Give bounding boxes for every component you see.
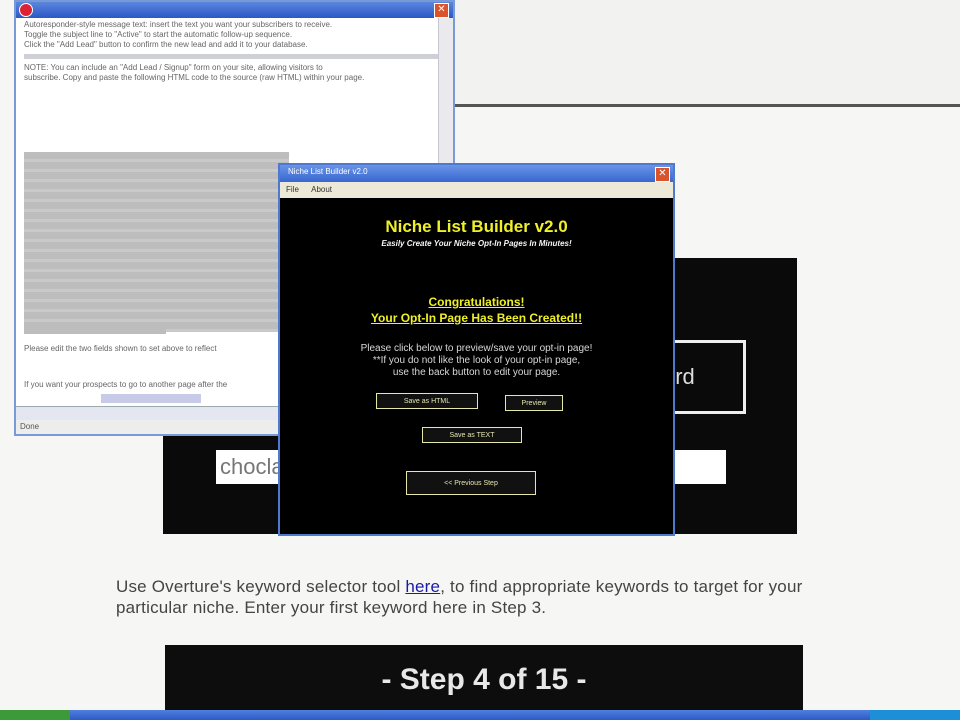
email-line: Toggle the subject line to "Active" to s… (24, 30, 293, 39)
email-line: subscribe. Copy and paste the following … (24, 73, 365, 82)
page-created-message: Your Opt-In Page Has Been Created!! (370, 311, 583, 325)
email-line: Click the "Add Lead" button to confirm t… (24, 40, 308, 49)
instruction-line: Please click below to preview/save your … (360, 343, 593, 354)
save-as-html-button[interactable]: Save as HTML (376, 393, 478, 409)
instruction-text-start: Use Overture's keyword selector tool (116, 577, 406, 596)
system-tray (870, 710, 960, 720)
windows-taskbar (0, 710, 960, 720)
step-indicator: - Step 4 of 15 - (381, 663, 587, 696)
html-code-block (24, 152, 289, 332)
email-message-body: Autoresponder-style message text: insert… (24, 20, 444, 83)
step-banner: - Step 4 of 15 - (165, 645, 803, 720)
html-code-block-end (24, 324, 166, 334)
email-line: Autoresponder-style message text: insert… (24, 20, 333, 29)
save-as-text-button[interactable]: Save as TEXT (422, 427, 522, 443)
browser-app-icon (19, 3, 33, 17)
inline-link[interactable] (101, 394, 201, 403)
nlb-window-title: Niche List Builder v2.0 (288, 167, 368, 176)
app-tagline: Easily Create Your Niche Opt-In Pages In… (381, 239, 572, 248)
preview-button[interactable]: Preview (505, 395, 563, 411)
start-button[interactable] (0, 710, 70, 720)
instruction-paragraph: Use Overture's keyword selector tool her… (116, 576, 876, 618)
instruction-line: **If you do not like the look of your op… (372, 355, 581, 366)
previous-step-button[interactable]: << Previous Step (406, 471, 536, 495)
instruction-line: use the back button to edit your page. (392, 367, 561, 378)
text-line-placeholder (24, 54, 444, 59)
email-line: NOTE: You can include an "Add Lead / Sig… (24, 63, 323, 72)
congrats-message: Congratulations! (428, 295, 525, 309)
close-icon[interactable]: ✕ (655, 167, 670, 182)
email-redirect-paragraph: If you want your prospects to go to anot… (24, 380, 228, 389)
menu-file[interactable]: File (286, 185, 299, 194)
nlb-menubar: File About (280, 182, 673, 198)
menu-about[interactable]: About (311, 185, 332, 194)
close-icon[interactable]: ✕ (434, 3, 449, 18)
app-heading: Niche List Builder v2.0 (385, 217, 568, 236)
email-window-titlebar[interactable]: ✕ (16, 2, 453, 18)
page-header-area (455, 0, 960, 107)
niche-list-builder-window[interactable]: Niche List Builder v2.0 ✕ File About Nic… (278, 163, 675, 536)
keyword-label-box: ord (672, 340, 746, 414)
nlb-titlebar[interactable]: Niche List Builder v2.0 ✕ (280, 165, 673, 182)
overture-here-link[interactable]: here (405, 577, 440, 596)
email-note-paragraph: Please edit the two fields shown to set … (24, 344, 217, 353)
